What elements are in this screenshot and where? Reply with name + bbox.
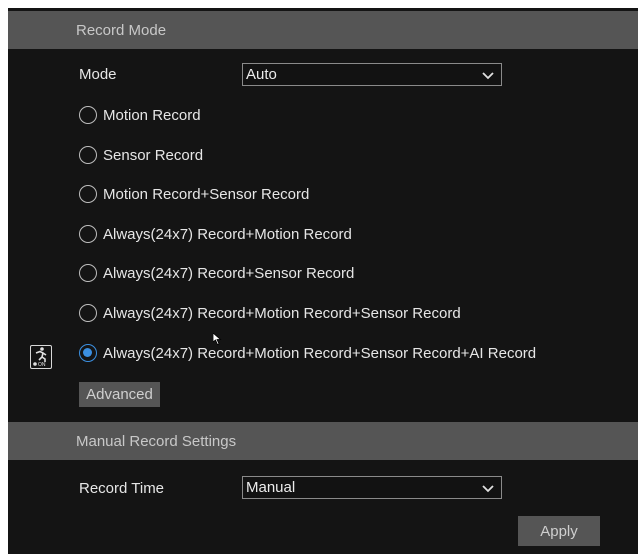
radio-option-label: Always(24x7) Record+Motion Record+Sensor… <box>103 304 461 322</box>
radio-option-motion-sensor[interactable]: Motion Record+Sensor Record <box>79 182 309 206</box>
mode-select-value: Auto <box>246 66 277 83</box>
mouse-cursor-icon <box>213 333 222 346</box>
chevron-down-icon <box>482 485 494 493</box>
record-time-select[interactable]: Manual <box>242 476 502 499</box>
apply-button[interactable]: Apply <box>518 516 600 546</box>
manual-record-header: Manual Record Settings <box>8 422 638 460</box>
radio-button-selected[interactable] <box>79 344 97 362</box>
radio-button[interactable] <box>79 146 97 164</box>
running-person-icon: ON <box>33 347 47 368</box>
radio-button[interactable] <box>79 185 97 203</box>
radio-button[interactable] <box>79 304 97 322</box>
mode-label: Mode <box>79 66 117 83</box>
radio-option-always-motion-sensor[interactable]: Always(24x7) Record+Motion Record+Sensor… <box>79 301 461 325</box>
radio-button[interactable] <box>79 264 97 282</box>
radio-option-label: Always(24x7) Record+Sensor Record <box>103 264 355 282</box>
record-mode-title: Record Mode <box>76 21 167 39</box>
side-icon-label: ON <box>38 362 46 367</box>
radio-option-label: Sensor Record <box>103 146 204 164</box>
radio-option-always-motion[interactable]: Always(24x7) Record+Motion Record <box>79 222 352 246</box>
motion-detection-icon: ON <box>30 345 52 369</box>
record-settings-panel: Record Mode Mode Auto Motion Record Sens… <box>8 8 638 554</box>
advanced-button[interactable]: Advanced <box>79 382 160 407</box>
radio-button[interactable] <box>79 225 97 243</box>
radio-button[interactable] <box>79 106 97 124</box>
radio-option-label: Always(24x7) Record+Motion Record <box>103 225 352 243</box>
mode-select[interactable]: Auto <box>242 63 502 86</box>
radio-option-label: Motion Record+Sensor Record <box>103 185 310 203</box>
radio-option-label: Motion Record <box>103 106 201 124</box>
radio-option-label: Always(24x7) Record+Motion Record+Sensor… <box>103 344 537 362</box>
record-time-select-value: Manual <box>246 479 296 496</box>
record-mode-header: Record Mode <box>8 11 638 49</box>
record-time-label: Record Time <box>79 480 165 497</box>
radio-option-always-sensor[interactable]: Always(24x7) Record+Sensor Record <box>79 261 354 285</box>
radio-option-always-motion-sensor-ai[interactable]: Always(24x7) Record+Motion Record+Sensor… <box>79 341 536 365</box>
radio-option-sensor[interactable]: Sensor Record <box>79 143 203 167</box>
chevron-down-icon <box>482 72 494 80</box>
manual-record-title: Manual Record Settings <box>76 432 237 450</box>
radio-option-motion[interactable]: Motion Record <box>79 103 201 127</box>
